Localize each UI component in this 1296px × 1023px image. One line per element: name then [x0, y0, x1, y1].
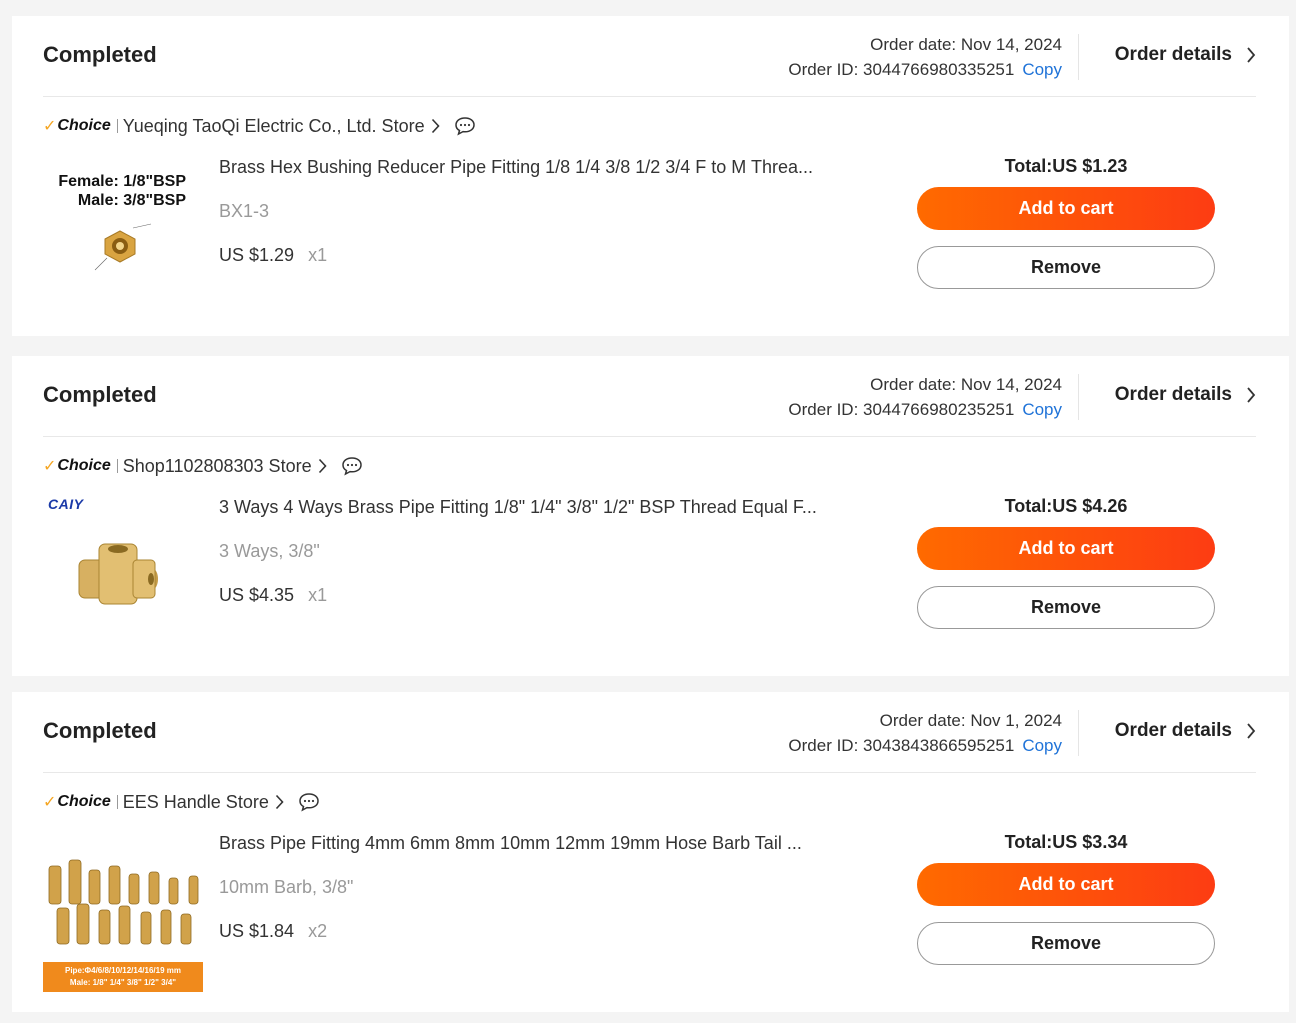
- order-meta: Order date: Nov 14, 2024 Order ID: 30447…: [788, 372, 1062, 422]
- order-meta: Order date: Nov 14, 2024 Order ID: 30447…: [788, 32, 1062, 82]
- remove-button[interactable]: Remove: [917, 246, 1215, 289]
- chevron-right-icon: [1247, 387, 1256, 403]
- store-row: ✓ Choice Shop1102808303 Store: [43, 453, 363, 479]
- divider: [1078, 34, 1079, 80]
- chevron-right-icon[interactable]: [275, 794, 284, 810]
- divider: [116, 459, 118, 473]
- product-variant: BX1-3: [219, 201, 270, 221]
- choice-label: Choice: [57, 117, 111, 134]
- product-title-link[interactable]: Brass Hex Bushing Reducer Pipe Fitting 1…: [219, 157, 813, 178]
- order-total: Total:US $1.23: [1004, 156, 1128, 176]
- order-total: Total:US $3.34: [1004, 832, 1128, 852]
- image-banner: Pipe:Φ4/6/8/10/12/14/16/19 mm Male: 1/8"…: [43, 962, 203, 992]
- product-variant: 3 Ways, 3/8": [219, 541, 320, 561]
- check-icon: ✓: [43, 794, 57, 811]
- chat-bubble-icon[interactable]: [454, 116, 476, 136]
- store-row: ✓ Choice Yueqing TaoQi Electric Co., Ltd.…: [43, 113, 476, 139]
- add-to-cart-button[interactable]: Add to cart: [917, 187, 1215, 230]
- order-date: Order date: Nov 1, 2024: [879, 711, 1062, 730]
- hex-bushing-graphic: [94, 223, 152, 271]
- order-id: Order ID: 3044766980335251: [788, 60, 1015, 79]
- order-date: Order date: Nov 14, 2024: [870, 375, 1062, 394]
- store-row: ✓ Choice EES Handle Store: [43, 789, 320, 815]
- order-details-link[interactable]: Order details: [1115, 44, 1256, 66]
- product-variant: 10mm Barb, 3/8": [219, 877, 354, 897]
- order-status: Completed: [43, 382, 157, 407]
- order-id-row: Order ID: 3043843866595251 Copy: [788, 733, 1062, 758]
- order-date: Order date: Nov 14, 2024: [870, 35, 1062, 54]
- order-details-link[interactable]: Order details: [1115, 384, 1256, 406]
- order-meta: Order date: Nov 1, 2024 Order ID: 304384…: [788, 708, 1062, 758]
- remove-button[interactable]: Remove: [917, 586, 1215, 629]
- store-name-link[interactable]: EES Handle Store: [123, 792, 269, 813]
- order-id-row: Order ID: 3044766980335251 Copy: [788, 57, 1062, 82]
- product-image[interactable]: CAIY: [43, 494, 205, 656]
- product-title-link[interactable]: 3 Ways 4 Ways Brass Pipe Fitting 1/8" 1/…: [219, 497, 817, 518]
- order-status: Completed: [43, 42, 157, 67]
- order-header: Completed Order date: Nov 14, 2024 Order…: [43, 16, 1256, 97]
- order-card: Completed Order date: Nov 14, 2024 Order…: [12, 16, 1289, 336]
- divider: [116, 119, 118, 133]
- product-image[interactable]: Female: 1/8"BSP Male: 3/8"BSP: [43, 154, 205, 316]
- check-icon: ✓: [43, 458, 57, 475]
- add-to-cart-button[interactable]: Add to cart: [917, 863, 1215, 906]
- copy-order-id-button[interactable]: Copy: [1022, 60, 1062, 79]
- store-name-link[interactable]: Shop1102808303 Store: [123, 456, 312, 477]
- chevron-right-icon[interactable]: [318, 458, 327, 474]
- add-to-cart-button[interactable]: Add to cart: [917, 527, 1215, 570]
- choice-label: Choice: [57, 457, 111, 474]
- product-title-link[interactable]: Brass Pipe Fitting 4mm 6mm 8mm 10mm 12mm…: [219, 833, 802, 854]
- divider: [1078, 374, 1079, 420]
- remove-button[interactable]: Remove: [917, 922, 1215, 965]
- order-total: Total:US $4.26: [1004, 496, 1128, 516]
- choice-label: Choice: [57, 793, 111, 810]
- chevron-right-icon: [1247, 723, 1256, 739]
- order-header: Completed Order date: Nov 14, 2024 Order…: [43, 356, 1256, 437]
- tee-fitting-graphic: [78, 543, 158, 605]
- order-id: Order ID: 3043843866595251: [788, 736, 1015, 755]
- price-row: US $1.29 x1: [219, 245, 327, 266]
- order-card: Completed Order date: Nov 1, 2024 Order …: [12, 692, 1289, 1012]
- unit-price: US $4.35: [219, 585, 295, 605]
- order-status: Completed: [43, 718, 157, 743]
- copy-order-id-button[interactable]: Copy: [1022, 400, 1062, 419]
- quantity: x1: [308, 245, 328, 265]
- check-icon: ✓: [43, 118, 57, 135]
- price-row: US $4.35 x1: [219, 585, 327, 606]
- order-details-label: Order details: [1114, 720, 1232, 741]
- order-details-link[interactable]: Order details: [1115, 720, 1256, 742]
- divider: [116, 795, 118, 809]
- order-header: Completed Order date: Nov 1, 2024 Order …: [43, 692, 1256, 773]
- order-id-row: Order ID: 3044766980235251 Copy: [788, 397, 1062, 422]
- quantity: x1: [308, 585, 328, 605]
- order-id: Order ID: 3044766980235251: [788, 400, 1015, 419]
- quantity: x2: [308, 921, 328, 941]
- chevron-right-icon: [1247, 47, 1256, 63]
- unit-price: US $1.84: [219, 921, 295, 941]
- order-card: Completed Order date: Nov 14, 2024 Order…: [12, 356, 1289, 676]
- order-details-label: Order details: [1114, 384, 1232, 405]
- divider: [1078, 710, 1079, 756]
- price-row: US $1.84 x2: [219, 921, 327, 942]
- copy-order-id-button[interactable]: Copy: [1022, 736, 1062, 755]
- chevron-right-icon[interactable]: [431, 118, 440, 134]
- choice-badge: ✓ Choice: [43, 456, 111, 476]
- chat-bubble-icon[interactable]: [298, 792, 320, 812]
- unit-price: US $1.29: [219, 245, 295, 265]
- choice-badge: ✓ Choice: [43, 116, 111, 136]
- chat-bubble-icon[interactable]: [341, 456, 363, 476]
- product-image[interactable]: Pipe:Φ4/6/8/10/12/14/16/19 mm Male: 1/8"…: [43, 830, 205, 992]
- order-details-label: Order details: [1114, 44, 1232, 65]
- store-name-link[interactable]: Yueqing TaoQi Electric Co., Ltd. Store: [123, 116, 425, 137]
- choice-badge: ✓ Choice: [43, 792, 111, 812]
